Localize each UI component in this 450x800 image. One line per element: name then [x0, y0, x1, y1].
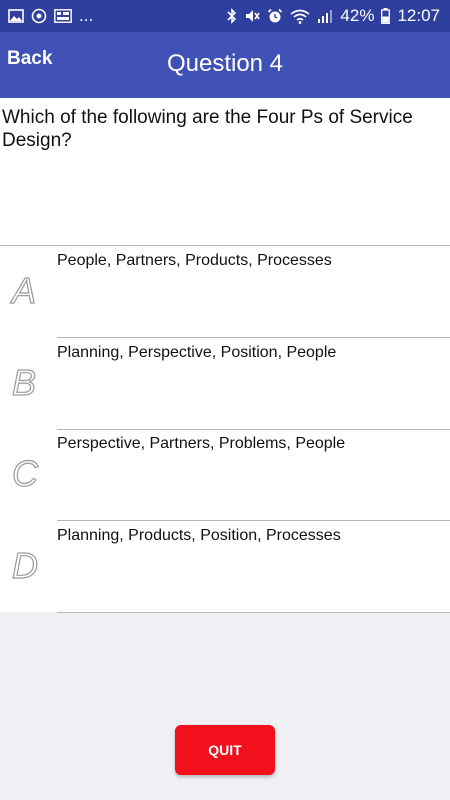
alarm-icon	[267, 8, 283, 24]
option-b[interactable]: B Planning, Perspective, Position, Peopl…	[0, 338, 450, 430]
status-right: 42% 12:07	[227, 6, 440, 26]
option-c-letter: C	[10, 451, 48, 494]
question-text: Which of the following are the Four Ps o…	[2, 107, 413, 151]
option-c[interactable]: C Perspective, Partners, Problems, Peopl…	[0, 429, 450, 521]
sync-icon	[31, 8, 47, 24]
svg-text:B: B	[12, 362, 36, 403]
status-overflow-text: ...	[79, 6, 94, 25]
option-d-text: Planning, Products, Position, Processes	[57, 527, 341, 544]
svg-text:D: D	[12, 545, 38, 586]
option-c-text: Perspective, Partners, Problems, People	[57, 435, 346, 452]
option-a-text: People, Partners, Products, Processes	[57, 252, 332, 269]
option-a-letter: A	[9, 268, 48, 311]
battery-percent: 42%	[340, 6, 375, 25]
app-bar: Back Question 4	[0, 32, 450, 98]
option-divider	[57, 612, 450, 613]
option-d[interactable]: D Planning, Products, Position, Processe…	[0, 521, 450, 613]
status-left: ...	[8, 6, 93, 26]
quit-button[interactable]: QUIT	[175, 725, 275, 775]
option-b-text: Planning, Perspective, Position, People	[57, 344, 337, 361]
svg-text:A: A	[10, 270, 36, 311]
option-d-letter: D	[10, 543, 48, 586]
battery-icon	[381, 8, 391, 24]
option-a[interactable]: A People, Partners, Products, Processes	[0, 246, 450, 338]
svg-text:C: C	[12, 453, 39, 494]
question-card: Which of the following are the Four Ps o…	[0, 98, 450, 613]
grid-app-icon	[54, 9, 72, 23]
mute-icon	[244, 8, 261, 24]
signal-icon	[317, 9, 333, 23]
page-title: Question 4	[166, 50, 284, 77]
wifi-icon	[290, 9, 310, 24]
option-b-letter: B	[10, 360, 48, 403]
status-time: 12:07	[397, 6, 440, 25]
bluetooth-icon	[227, 8, 237, 24]
status-bar: ... 42% 12:07	[0, 0, 450, 32]
image-icon	[8, 9, 24, 23]
